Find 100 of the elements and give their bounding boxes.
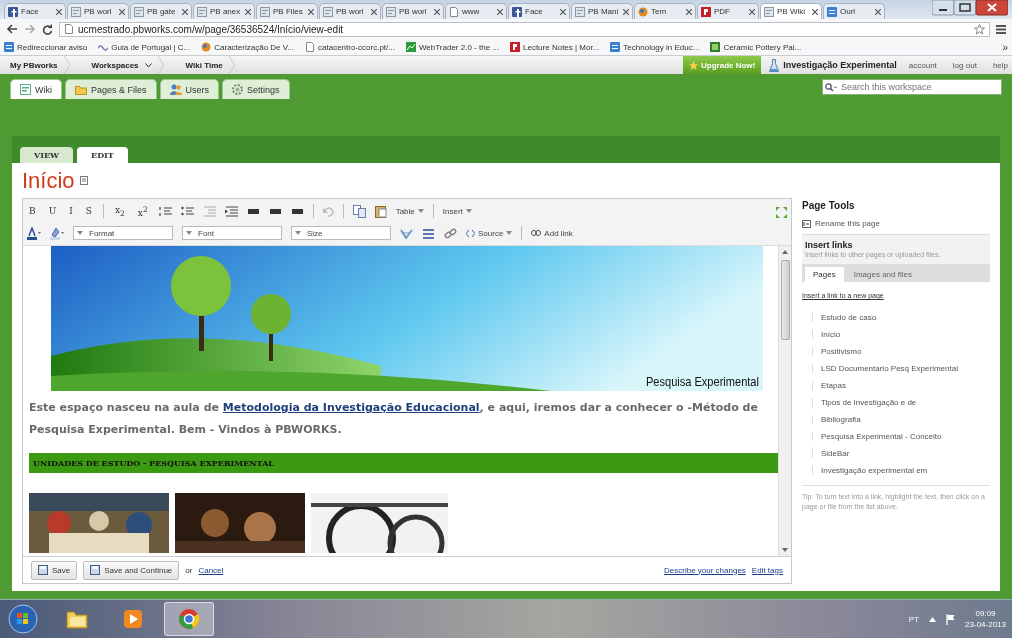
format-button[interactable]: I	[67, 206, 75, 216]
scrollbar[interactable]	[778, 246, 791, 556]
page-list-item[interactable]: SideBar	[812, 449, 990, 458]
browser-tab[interactable]: PB Mani	[571, 3, 633, 19]
bookmark[interactable]: Guia de Portugal | C...	[98, 42, 191, 52]
browser-tab[interactable]: Ourl	[823, 3, 885, 19]
search-field[interactable]: Search this workspace	[822, 79, 1002, 95]
browser-tab[interactable]: PB worl	[67, 3, 129, 19]
nav-tab[interactable]: Users	[159, 79, 220, 99]
page-list-item[interactable]: Início	[812, 330, 990, 339]
dropdown-menu[interactable]: Table	[395, 206, 424, 216]
close-icon[interactable]	[182, 8, 188, 15]
nav-tab[interactable]: Wiki	[10, 79, 62, 99]
taskbar-app[interactable]	[164, 602, 214, 637]
bullet-list-icon[interactable]	[180, 205, 194, 217]
browser-tab[interactable]: Face	[508, 3, 570, 19]
format-button[interactable]: U	[46, 206, 59, 216]
add-link-button[interactable]: Add link	[531, 228, 573, 238]
close-icon[interactable]	[119, 8, 125, 15]
page-list-item[interactable]: Estudo de caso	[812, 313, 990, 322]
link[interactable]: Metodologia da Investigação Educacional	[222, 401, 480, 414]
nav-link[interactable]: Workspaces	[91, 60, 139, 70]
highlight-icon[interactable]	[50, 226, 64, 240]
close-icon[interactable]	[56, 8, 62, 15]
bookmark[interactable]: Redireccionar aviso	[4, 42, 88, 52]
clipboard-icon[interactable]	[374, 204, 387, 218]
dropdown-field[interactable]: Font	[182, 226, 282, 240]
browser-tab[interactable]: Face	[4, 3, 66, 19]
dropdown-menu[interactable]: Insert	[442, 206, 472, 216]
save-button[interactable]: Save	[31, 560, 78, 580]
browser-tab[interactable]: PB worl	[319, 3, 381, 19]
format-button[interactable]: B	[27, 206, 38, 216]
page-list-item[interactable]: Etapas	[812, 381, 990, 390]
bookmark[interactable]: catacentro-ccorc.pt/...	[305, 42, 395, 52]
star-icon[interactable]	[974, 23, 985, 35]
more-bookmarks[interactable]: »	[1002, 41, 1008, 53]
back-icon[interactable]	[6, 24, 18, 34]
page-list-item[interactable]: Bibliografia	[812, 415, 990, 424]
dropdown-field[interactable]: Size	[291, 226, 391, 240]
dropdown-field[interactable]: Format	[73, 226, 173, 240]
header-link[interactable]: help	[992, 60, 1008, 70]
chain-link-icon[interactable]	[444, 227, 457, 239]
language-indicator[interactable]: PT	[908, 614, 920, 624]
nav-link[interactable]: My PBworks	[10, 60, 58, 70]
menu-icon[interactable]	[996, 24, 1006, 34]
close-icon[interactable]	[749, 8, 755, 15]
nav-tab[interactable]: Settings	[222, 79, 290, 99]
page-list-item[interactable]: Tipos de Investigação e de	[812, 398, 990, 407]
browser-tab[interactable]: www	[445, 3, 507, 19]
bookmark[interactable]: Ceramic Pottery Pai...	[710, 42, 802, 52]
browser-tab[interactable]: PDF	[697, 3, 759, 19]
text-color-icon[interactable]	[27, 226, 41, 240]
bookmark[interactable]: Technology in Educ...	[610, 42, 700, 52]
numbered-list-icon[interactable]	[158, 205, 172, 217]
start-button-icon[interactable]	[8, 604, 38, 635]
indent-icon[interactable]	[224, 205, 238, 217]
scrollbar-thumb[interactable]	[780, 260, 790, 340]
page-list-item[interactable]: Positivismo	[812, 347, 990, 356]
mode-tab[interactable]: VIEW	[20, 147, 74, 163]
page-list-item[interactable]: Investigação experimental em	[812, 466, 990, 475]
mode-tab[interactable]: EDIT	[77, 147, 128, 163]
rename-icon[interactable]	[802, 219, 811, 228]
header-link[interactable]: account	[908, 60, 937, 70]
browser-tab[interactable]: PB Files	[256, 3, 318, 19]
format-button[interactable]: S	[83, 206, 94, 216]
close-icon[interactable]	[875, 8, 881, 15]
rename-link[interactable]: Rename this page	[815, 219, 880, 228]
bookmark[interactable]: Lecture Notes | Mor...	[510, 42, 600, 52]
browser-tab[interactable]: PB Wiki	[760, 3, 822, 19]
source-button[interactable]: Source	[466, 228, 513, 238]
address-field[interactable]: ucmestrado.pbworks.com/w/page/36536524/Início/view-edit	[59, 21, 990, 37]
close-icon[interactable]	[812, 8, 818, 15]
format-button[interactable]: x$^{2}$	[135, 204, 150, 218]
bookmark[interactable]: Caracterização De V...	[201, 42, 295, 52]
describe-link[interactable]: Describe your changes	[664, 565, 746, 575]
close-icon[interactable]	[371, 8, 377, 15]
panel-tab[interactable]: Pages	[805, 267, 844, 282]
bookmark[interactable]: WebTrader 2.0 - the ...	[405, 42, 499, 52]
close-icon[interactable]	[497, 8, 503, 15]
page-list-item[interactable]: Pesquisa Experimental - Conceito	[812, 432, 990, 441]
browser-tab[interactable]: PB gate	[130, 3, 192, 19]
arrow-up-icon[interactable]	[782, 250, 788, 254]
browser-tab[interactable]: PB worl	[382, 3, 444, 19]
browser-tab[interactable]: Tem	[634, 3, 696, 19]
flag-icon[interactable]	[946, 613, 956, 625]
header-link[interactable]: log out	[952, 60, 977, 70]
copy-icon[interactable]	[352, 204, 366, 218]
edit-tags-link[interactable]: Edit tags	[751, 565, 783, 575]
close-icon[interactable]	[560, 8, 566, 15]
browser-tab[interactable]: PB anex	[193, 3, 255, 19]
format-button[interactable]: x$_{2}$	[112, 204, 127, 218]
reload-icon[interactable]	[42, 23, 53, 35]
save-continue-button[interactable]: Save and Continue	[83, 560, 180, 580]
workspace-name[interactable]: Investigação Experimental	[783, 60, 897, 70]
clock[interactable]: 09:09 23-04-2013	[965, 608, 1006, 631]
chevron-down-icon[interactable]	[144, 62, 152, 68]
nav-tab[interactable]: Pages & Files	[65, 79, 157, 99]
close-icon[interactable]	[623, 8, 629, 15]
horizontal-rule-icon[interactable]	[422, 227, 435, 239]
nav-link[interactable]: Wiki Time	[185, 60, 223, 70]
